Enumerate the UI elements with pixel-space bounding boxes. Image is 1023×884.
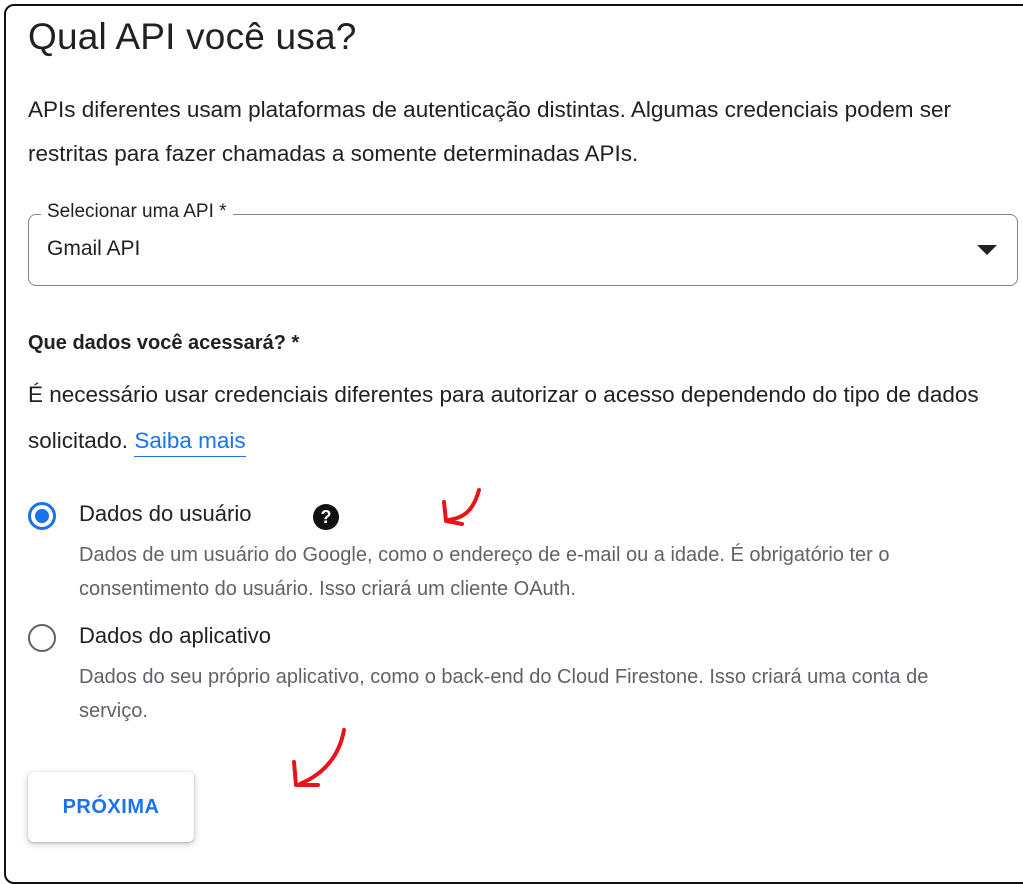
user-data-description: Dados de um usuário do Google, como o en…	[79, 544, 890, 600]
question-mark-circle-icon[interactable]: ?	[313, 504, 339, 530]
red-arrow-annotation-icon	[442, 488, 481, 526]
user-data-label[interactable]: Dados do usuário	[79, 501, 251, 527]
page-title: Qual API você usa?	[28, 16, 357, 57]
dropdown-arrow-icon[interactable]	[977, 245, 997, 255]
data-section-description: É necessário usar credenciais diferentes…	[28, 372, 1023, 464]
app-data-label[interactable]: Dados do aplicativo	[79, 623, 271, 649]
red-arrow-annotation-icon	[292, 728, 346, 787]
user-data-radio[interactable]	[28, 502, 56, 530]
app-data-description: Dados do seu próprio aplicativo, como o …	[79, 666, 929, 722]
app-data-radio[interactable]	[28, 624, 56, 652]
api-select-label: Selecionar uma API *	[41, 201, 233, 223]
data-section-title: Que dados você acessará? *	[28, 332, 300, 354]
api-select-value: Gmail API	[47, 237, 141, 260]
next-button[interactable]: PRÓXIMA	[28, 772, 194, 842]
learn-more-link[interactable]: Saiba mais	[134, 428, 246, 457]
page-description: APIs diferentes usam plataformas de aute…	[28, 97, 951, 166]
api-select[interactable]: Selecionar uma API * Gmail API	[28, 201, 1018, 286]
